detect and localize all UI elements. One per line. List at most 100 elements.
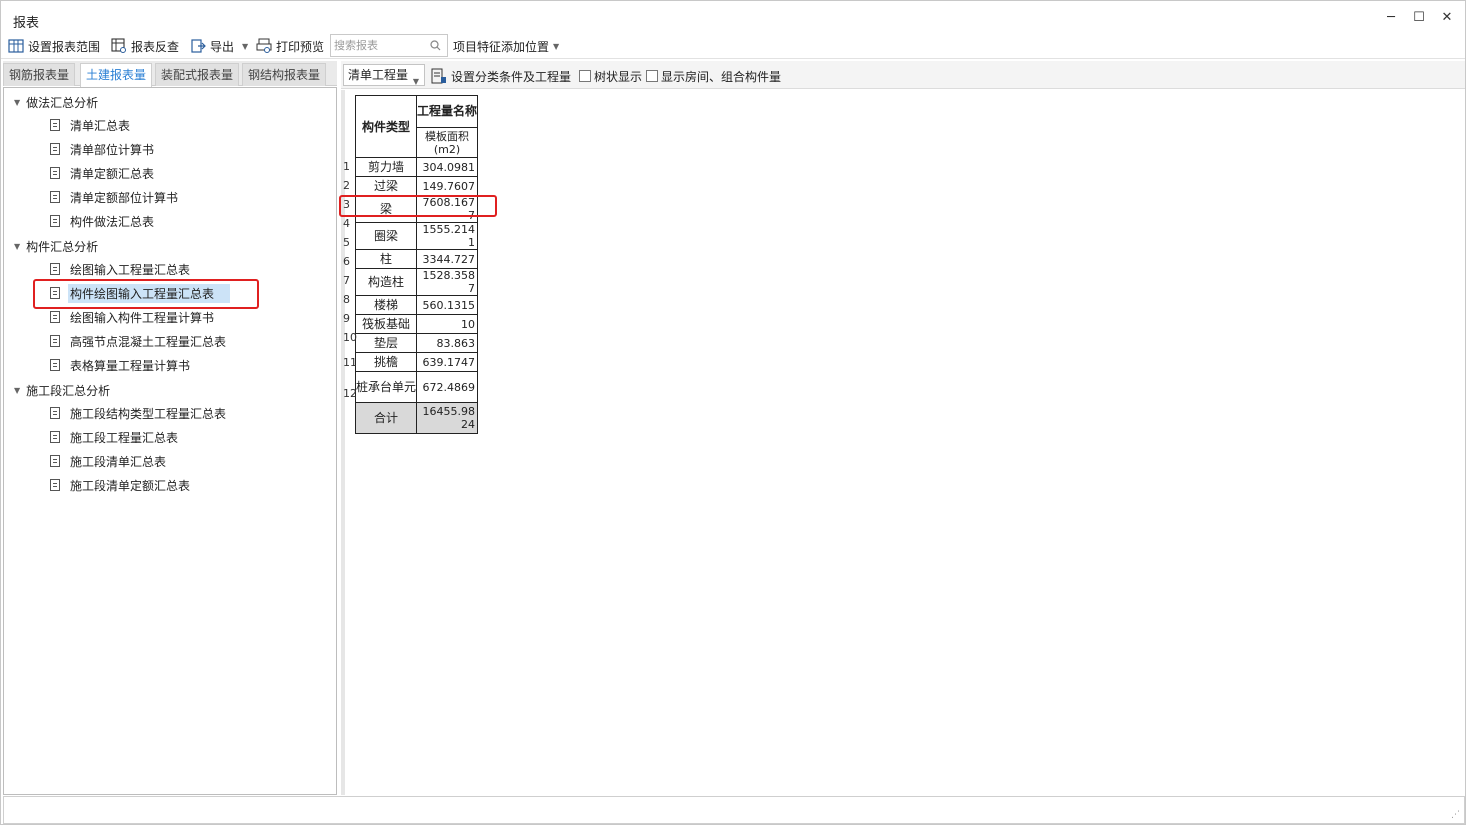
row-number: 9	[343, 312, 350, 325]
table-row[interactable]: 过梁 149.7607	[355, 176, 478, 196]
cell-component-type: 楼梯	[355, 295, 417, 315]
tree-item-table-quantity-calc[interactable]: 表格算量工程量计算书	[50, 355, 190, 375]
document-icon	[50, 479, 60, 491]
reverse-check-label: 报表反查	[131, 39, 180, 54]
caret-down-icon[interactable]: ▼	[14, 386, 20, 395]
table-row[interactable]: 剪力墙 304.0981	[355, 157, 478, 177]
search-input[interactable]	[331, 35, 427, 56]
tab-steel-structure-report[interactable]: 钢结构报表量	[242, 63, 327, 86]
row-number: 8	[343, 293, 350, 306]
caret-down-icon[interactable]: ▼	[14, 242, 20, 251]
document-icon	[50, 215, 60, 227]
report-search-box[interactable]	[330, 34, 448, 57]
table-row[interactable]: 挑檐 639.1747	[355, 352, 478, 372]
set-conditions-button[interactable]: 设置分类条件及工程量	[431, 67, 571, 85]
grid-settings-icon	[8, 39, 24, 53]
tree-group-label: 做法汇总分析	[26, 95, 99, 110]
cell-component-type: 柱	[355, 249, 417, 269]
caret-down-icon[interactable]: ▼	[14, 98, 20, 107]
tree-item-section-structure-type-summary[interactable]: 施工段结构类型工程量汇总表	[50, 403, 226, 423]
close-icon[interactable]: ✕	[1439, 10, 1455, 26]
export-icon	[191, 39, 206, 53]
highlight-annotation-row	[339, 195, 497, 217]
maximize-icon[interactable]: ☐	[1411, 10, 1427, 26]
resize-grip-icon[interactable]: ⋰	[1451, 810, 1460, 820]
tree-item-bill-quota-summary[interactable]: 清单定额汇总表	[50, 163, 154, 183]
tree-item-high-strength-joint-summary[interactable]: 高强节点混凝土工程量汇总表	[50, 331, 226, 351]
tree-item-drawing-input-summary[interactable]: 绘图输入工程量汇总表	[50, 259, 190, 279]
feature-position-dropdown[interactable]: 项目特征添加位置 ▼	[453, 37, 559, 55]
tree-item-bill-quota-location-calc[interactable]: 清单定额部位计算书	[50, 187, 178, 207]
cell-component-type: 圈梁	[355, 222, 417, 250]
row-number: 1	[343, 160, 350, 173]
tree-group-component-summary[interactable]: ▼ 构件汇总分析	[14, 235, 98, 257]
tab-prefab-report[interactable]: 装配式报表量	[155, 63, 240, 86]
show-rooms-label: 显示房间、组合构件量	[661, 69, 782, 84]
title-bar: 报表 ─ ☐ ✕	[1, 1, 1465, 33]
window-title: 报表	[13, 16, 40, 31]
table-row[interactable]: 圈梁 1555.2141	[355, 222, 478, 250]
set-range-button[interactable]: 设置报表范围	[8, 37, 100, 55]
minimize-icon[interactable]: ─	[1383, 10, 1399, 26]
print-preview-label: 打印预览	[276, 39, 325, 54]
cell-formwork-area: 304.0981	[416, 157, 478, 177]
table-row[interactable]: 筏板基础 10	[355, 314, 478, 334]
print-preview-button[interactable]: 打印预览	[256, 37, 324, 55]
cell-component-type: 构造柱	[355, 268, 417, 296]
document-icon	[50, 407, 60, 419]
document-icon	[50, 263, 60, 275]
cell-component-type: 合计	[355, 402, 417, 434]
report-category-tabs: 钢筋报表量 土建报表量 装配式报表量 钢结构报表量	[3, 61, 337, 87]
document-icon	[50, 119, 60, 131]
cell-formwork-area: 10	[416, 314, 478, 334]
feature-position-label: 项目特征添加位置	[453, 39, 550, 54]
tree-display-label: 树状显示	[594, 69, 643, 84]
report-tree-panel: ▼ 做法汇总分析 清单汇总表 清单部位计算书 清单定额汇总表 清单定额部位计算书…	[3, 87, 337, 795]
table-row[interactable]: 垫层 83.863	[355, 333, 478, 353]
tree-item-section-quantity-summary[interactable]: 施工段工程量汇总表	[50, 427, 178, 447]
table-row[interactable]: 合计 16455.9824	[355, 402, 478, 434]
cell-component-type: 垫层	[355, 333, 417, 353]
row-number: 4	[343, 217, 350, 230]
tree-item-bill-location-calc[interactable]: 清单部位计算书	[50, 139, 154, 159]
cell-formwork-area: 149.7607	[416, 176, 478, 196]
quantity-type-select[interactable]: 清单工程量 ▼	[343, 64, 425, 86]
tree-display-checkbox[interactable]	[579, 70, 591, 82]
document-icon	[50, 167, 60, 179]
table-row[interactable]: 楼梯 560.1315	[355, 295, 478, 315]
tree-item-section-bill-quota-summary[interactable]: 施工段清单定额汇总表	[50, 475, 190, 495]
cell-component-type: 筏板基础	[355, 314, 417, 334]
show-rooms-checkbox[interactable]	[646, 70, 658, 82]
tree-item-component-method-summary[interactable]: 构件做法汇总表	[50, 211, 154, 231]
table-row[interactable]: 桩承台单元 672.4869	[355, 371, 478, 403]
chevron-down-icon[interactable]: ▼	[242, 42, 248, 51]
cell-formwork-area: 3344.727	[416, 249, 478, 269]
search-icon[interactable]	[430, 40, 441, 51]
tree-item-section-bill-summary[interactable]: 施工段清单汇总表	[50, 451, 166, 471]
tree-item-drawing-component-calc[interactable]: 绘图输入构件工程量计算书	[50, 307, 214, 327]
cell-formwork-area: 1528.3587	[416, 268, 478, 296]
row-number: 5	[343, 236, 350, 249]
table-row[interactable]: 构造柱 1528.3587	[355, 268, 478, 296]
tree-item-bill-summary[interactable]: 清单汇总表	[50, 115, 130, 135]
table-search-icon	[111, 38, 126, 53]
set-range-label: 设置报表范围	[28, 39, 101, 54]
row-number: 2	[343, 179, 350, 192]
cell-formwork-area: 16455.9824	[416, 402, 478, 434]
tab-civil-report[interactable]: 土建报表量	[80, 63, 153, 87]
row-number: 7	[343, 274, 350, 287]
show-rooms-toggle[interactable]: 显示房间、组合构件量	[646, 67, 781, 85]
tab-rebar-report[interactable]: 钢筋报表量	[3, 63, 76, 86]
cell-component-type: 挑檐	[355, 352, 417, 372]
document-icon	[50, 431, 60, 443]
export-button[interactable]: 导出 ▼	[190, 37, 248, 55]
reverse-check-button[interactable]: 报表反查	[111, 37, 179, 55]
chevron-down-icon: ▼	[412, 77, 419, 86]
status-bar: ⋰	[3, 796, 1465, 824]
set-conditions-label: 设置分类条件及工程量	[451, 69, 572, 84]
table-row[interactable]: 柱 3344.727	[355, 249, 478, 269]
tree-display-toggle[interactable]: 树状显示	[579, 67, 642, 85]
document-icon	[50, 191, 60, 203]
tree-group-method-summary[interactable]: ▼ 做法汇总分析	[14, 91, 98, 113]
tree-group-construction-section[interactable]: ▼ 施工段汇总分析	[14, 379, 110, 401]
